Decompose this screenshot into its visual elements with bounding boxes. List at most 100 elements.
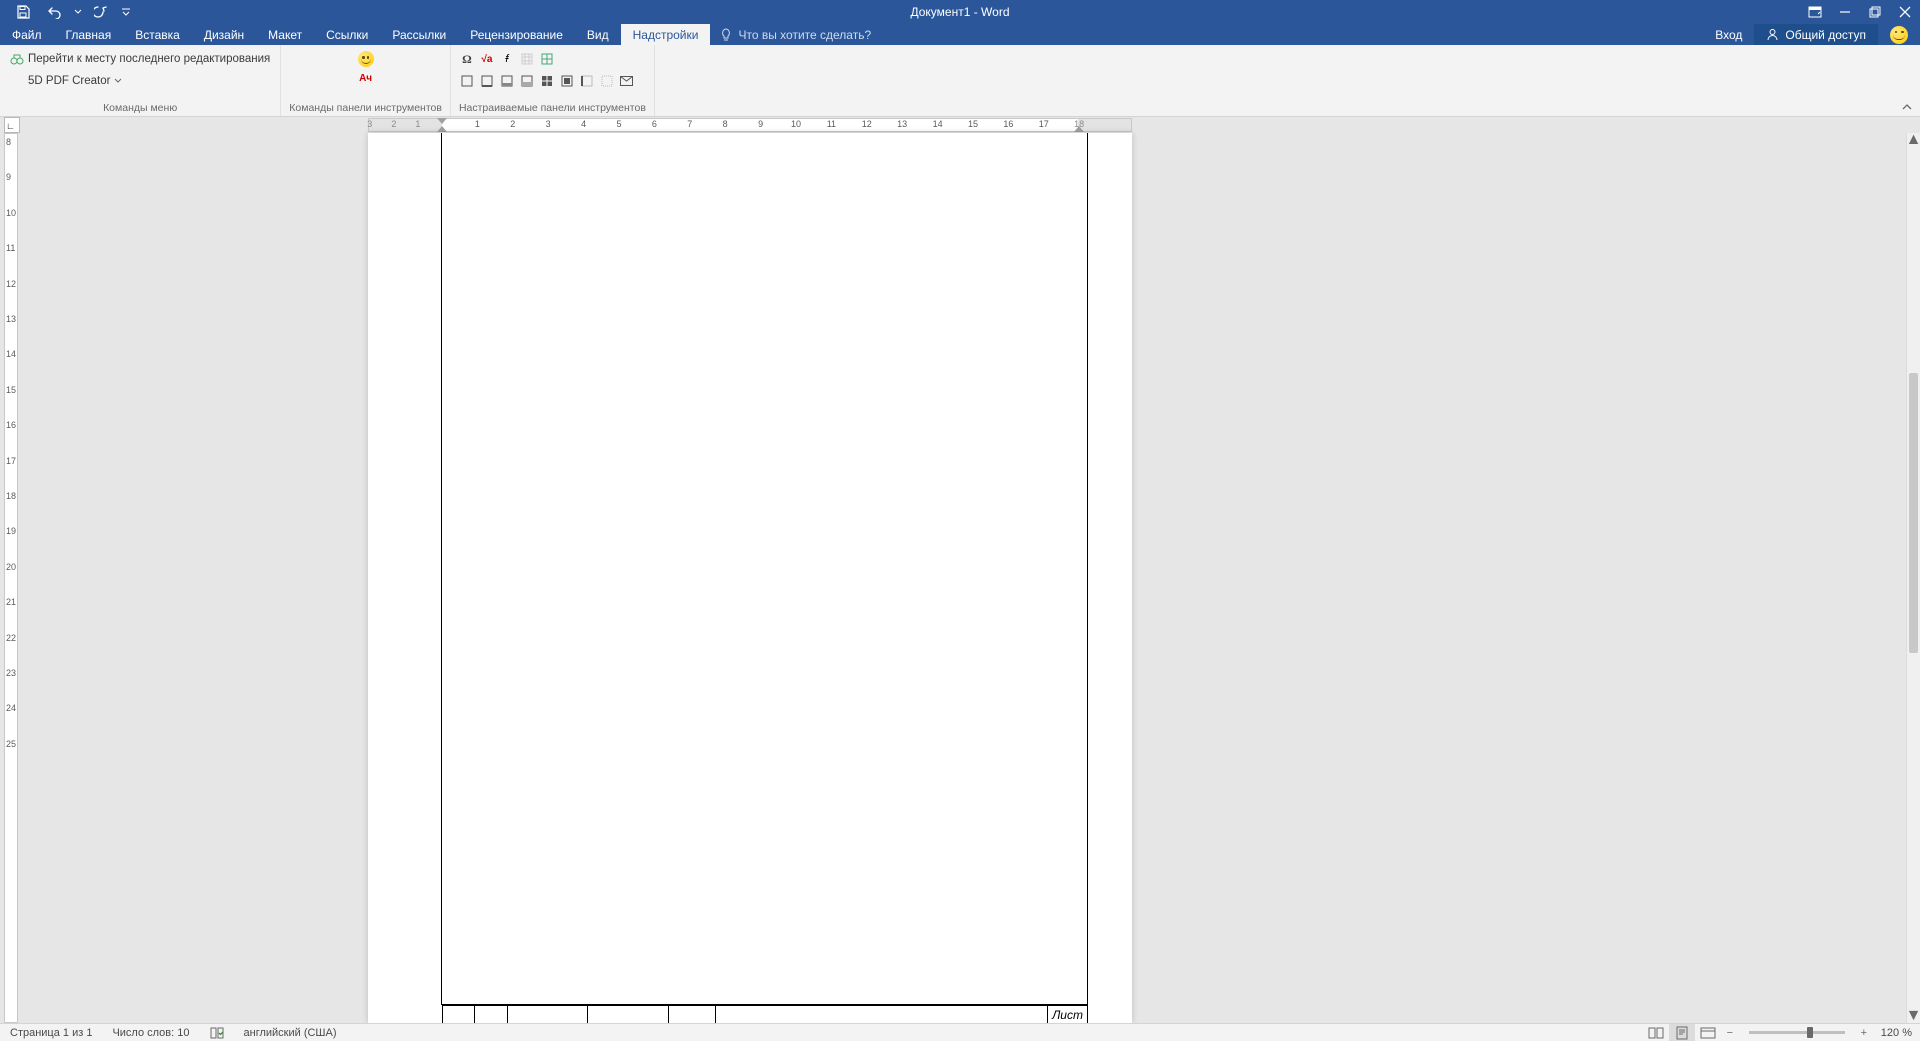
feedback-smiley-button[interactable]: [1878, 24, 1920, 45]
ribbon: Перейти к месту последнего редактировани…: [0, 45, 1920, 117]
window-controls: [1800, 0, 1920, 24]
smiley-icon[interactable]: [358, 51, 374, 67]
titlebar: Документ1 - Word: [0, 0, 1920, 24]
tab-макет[interactable]: Макет: [256, 24, 314, 45]
share-button[interactable]: Общий доступ: [1754, 24, 1878, 45]
border-outside-icon[interactable]: [459, 73, 475, 89]
undo-dropdown[interactable]: [72, 0, 84, 24]
vertical-scrollbar[interactable]: ▲ ▼: [1906, 133, 1920, 1023]
status-bar: Страница 1 из 1 Число слов: 10 английски…: [0, 1023, 1920, 1041]
border-inside-fill-icon[interactable]: [559, 73, 575, 89]
tab-рассылки[interactable]: Рассылки: [380, 24, 458, 45]
right-indent-marker[interactable]: [1074, 126, 1084, 132]
ribbon-group-custom-toolbars: Ω √a f Настраиваемые панели инструментов: [451, 45, 655, 116]
first-line-indent-marker[interactable]: [437, 118, 447, 124]
titleblock-cell: [716, 1005, 1048, 1023]
minimize-button[interactable]: [1830, 0, 1860, 24]
book-check-icon: [210, 1027, 224, 1039]
tab-главная[interactable]: Главная: [54, 24, 124, 45]
ribbon-tabrow: Файл ГлавнаяВставкаДизайнМакетСсылкиРасс…: [0, 24, 1920, 45]
ribbon-group-label: Команды меню: [8, 102, 272, 116]
hruler-row: ∟ 321123456789101112131415161718: [0, 117, 1920, 133]
view-read-mode-button[interactable]: [1643, 1024, 1669, 1041]
tab-вставка[interactable]: Вставка: [123, 24, 192, 45]
titleblock-cell: [475, 1005, 508, 1023]
share-label: Общий доступ: [1785, 28, 1866, 42]
table-split-icon[interactable]: [539, 51, 555, 67]
tab-надстройки[interactable]: Надстройки: [621, 24, 711, 45]
view-print-layout-button[interactable]: [1669, 1024, 1695, 1041]
save-button[interactable]: [8, 0, 38, 24]
quick-access-toolbar: [0, 0, 134, 24]
lightbulb-icon: [720, 28, 732, 42]
zoom-out-button[interactable]: −: [1721, 1027, 1739, 1039]
border-left-icon[interactable]: [579, 73, 595, 89]
zoom-slider-knob[interactable]: [1807, 1027, 1813, 1038]
maximize-button[interactable]: [1860, 0, 1890, 24]
qat-customize-button[interactable]: [118, 0, 134, 24]
tab-вид[interactable]: Вид: [575, 24, 621, 45]
ribbon-display-options[interactable]: [1800, 0, 1830, 24]
status-lang-label: английский (США): [244, 1027, 337, 1039]
tell-me[interactable]: [710, 24, 948, 45]
view-web-layout-button[interactable]: [1695, 1024, 1721, 1041]
status-word-count[interactable]: Число слов: 10: [102, 1024, 199, 1041]
envelope-icon[interactable]: [619, 73, 635, 89]
tab-рецензирование[interactable]: Рецензирование: [458, 24, 575, 45]
titleblock-cell: [669, 1005, 717, 1023]
border-all-fill-icon[interactable]: [539, 73, 555, 89]
person-icon: [1766, 28, 1779, 41]
sign-in-button[interactable]: Вход: [1703, 24, 1754, 45]
vertical-ruler[interactable]: 8910111213141516171819202122232425: [4, 133, 18, 1023]
drawing-frame: [441, 133, 1088, 1005]
scroll-thumb[interactable]: [1909, 373, 1918, 653]
strike-f-icon[interactable]: f: [499, 51, 515, 67]
ribbon-group-label: Команды панели инструментов: [289, 102, 442, 116]
zoom-slider[interactable]: [1749, 1031, 1845, 1034]
page[interactable]: Лист: [368, 133, 1132, 1023]
abc-check-icon[interactable]: Aч: [359, 73, 372, 84]
title-block: Лист: [442, 1005, 1088, 1023]
tab-stop-selector[interactable]: ∟: [4, 117, 20, 133]
omega-icon[interactable]: Ω: [459, 51, 475, 67]
titleblock-cell: [588, 1005, 668, 1023]
border-bottom-heavy-icon[interactable]: [479, 73, 495, 89]
scroll-down-button[interactable]: ▼: [1907, 1009, 1920, 1023]
horizontal-ruler[interactable]: 321123456789101112131415161718: [368, 118, 1132, 132]
close-button[interactable]: [1890, 0, 1920, 24]
tab-ссылки[interactable]: Ссылки: [314, 24, 380, 45]
window-title: Документ1 - Word: [0, 5, 1920, 19]
status-proofing[interactable]: [200, 1024, 234, 1041]
pdf-creator-button[interactable]: 5D PDF Creator: [8, 71, 272, 91]
goto-last-edit-button[interactable]: Перейти к месту последнего редактировани…: [8, 49, 272, 69]
border-shade-bottom-icon[interactable]: [499, 73, 515, 89]
status-page-label: Страница 1 из 1: [10, 1027, 92, 1039]
titleblock-sheet-label: Лист: [1048, 1005, 1088, 1023]
status-page[interactable]: Страница 1 из 1: [0, 1024, 102, 1041]
border-none-icon[interactable]: [599, 73, 615, 89]
status-language[interactable]: английский (США): [234, 1024, 347, 1041]
root-a-icon[interactable]: √a: [479, 51, 495, 67]
ribbon-group-toolbar-commands: Aч Команды панели инструментов: [281, 45, 451, 116]
zoom-level-button[interactable]: 120 %: [1873, 1024, 1920, 1041]
border-shade-bottom2-icon[interactable]: [519, 73, 535, 89]
goto-last-edit-label: Перейти к месту последнего редактировани…: [28, 53, 270, 65]
tell-me-input[interactable]: [738, 28, 938, 42]
sign-in-label: Вход: [1715, 28, 1742, 42]
undo-button[interactable]: [40, 0, 70, 24]
smiley-icon: [1890, 26, 1908, 44]
scroll-up-button[interactable]: ▲: [1907, 133, 1920, 147]
tab-file[interactable]: Файл: [0, 24, 54, 45]
ribbon-group-label: Настраиваемые панели инструментов: [459, 102, 646, 116]
ribbon-group-menu-commands: Перейти к месту последнего редактировани…: [0, 45, 281, 116]
tab-дизайн[interactable]: Дизайн: [192, 24, 256, 45]
collapse-ribbon-button[interactable]: [1898, 100, 1916, 114]
binoculars-icon: [10, 53, 24, 65]
redo-button[interactable]: [86, 0, 116, 24]
zoom-level-label: 120 %: [1881, 1027, 1912, 1039]
pdf-creator-label: 5D PDF Creator: [10, 75, 110, 87]
chevron-down-icon: [114, 77, 122, 85]
zoom-in-button[interactable]: +: [1855, 1027, 1873, 1039]
left-indent-marker[interactable]: [437, 126, 447, 132]
titleblock-cell: [442, 1005, 475, 1023]
